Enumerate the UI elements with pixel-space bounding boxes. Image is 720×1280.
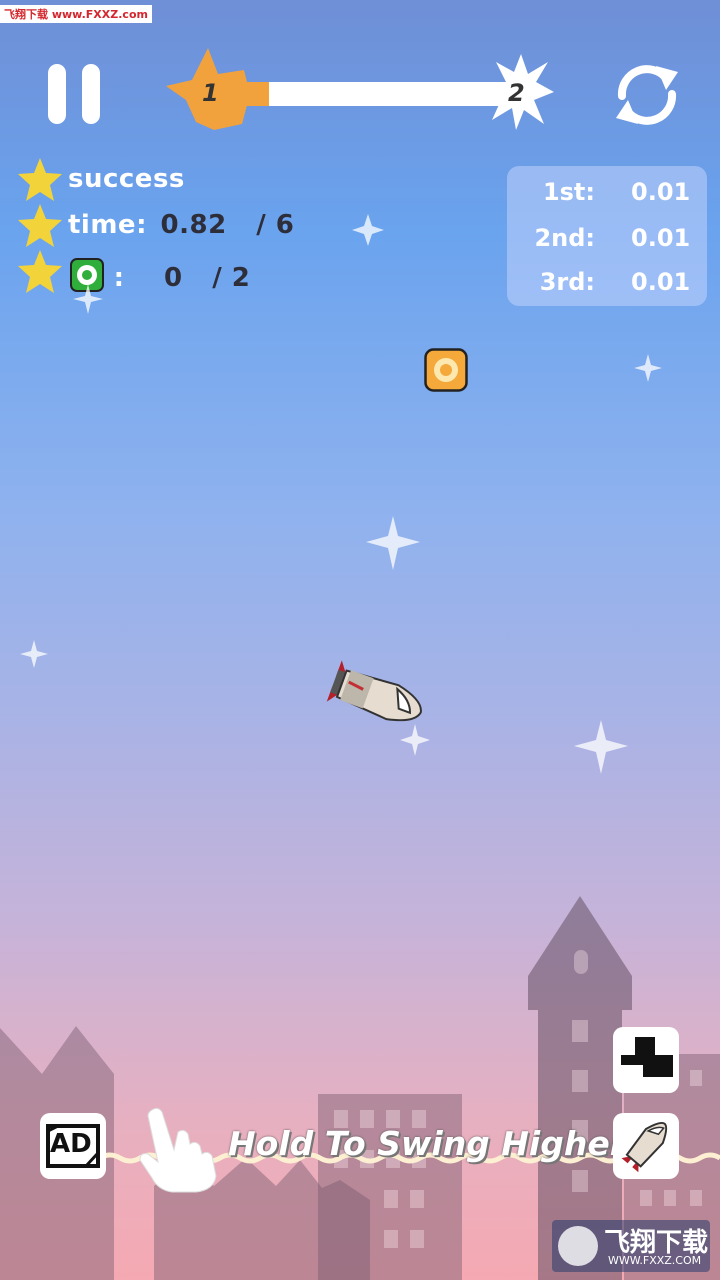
- sparkle: [73, 284, 103, 314]
- switch-button[interactable]: [613, 1027, 679, 1093]
- ad-label: AD: [50, 1129, 92, 1159]
- watermark-url: WWW.FXXZ.COM: [608, 1254, 702, 1267]
- watermark-logo: [558, 1226, 598, 1266]
- sparkle: [352, 214, 384, 246]
- rocket-select-button[interactable]: [613, 1113, 679, 1179]
- rocket-icon: [621, 1121, 668, 1173]
- rocket-icon: [326, 660, 422, 722]
- sparkle: [634, 354, 662, 382]
- sparkle: [366, 516, 420, 570]
- watermark-bottom: 飞翔下载 WWW.FXXZ.COM: [552, 1220, 710, 1272]
- sparkle: [20, 640, 48, 668]
- hint-text: Hold To Swing Higher: [228, 1124, 626, 1163]
- hand-icon: [139, 1107, 217, 1193]
- switch-icon: [621, 1037, 673, 1077]
- sparkle: [574, 720, 628, 774]
- ad-button[interactable]: AD: [40, 1113, 106, 1179]
- coin-icon: [424, 348, 468, 392]
